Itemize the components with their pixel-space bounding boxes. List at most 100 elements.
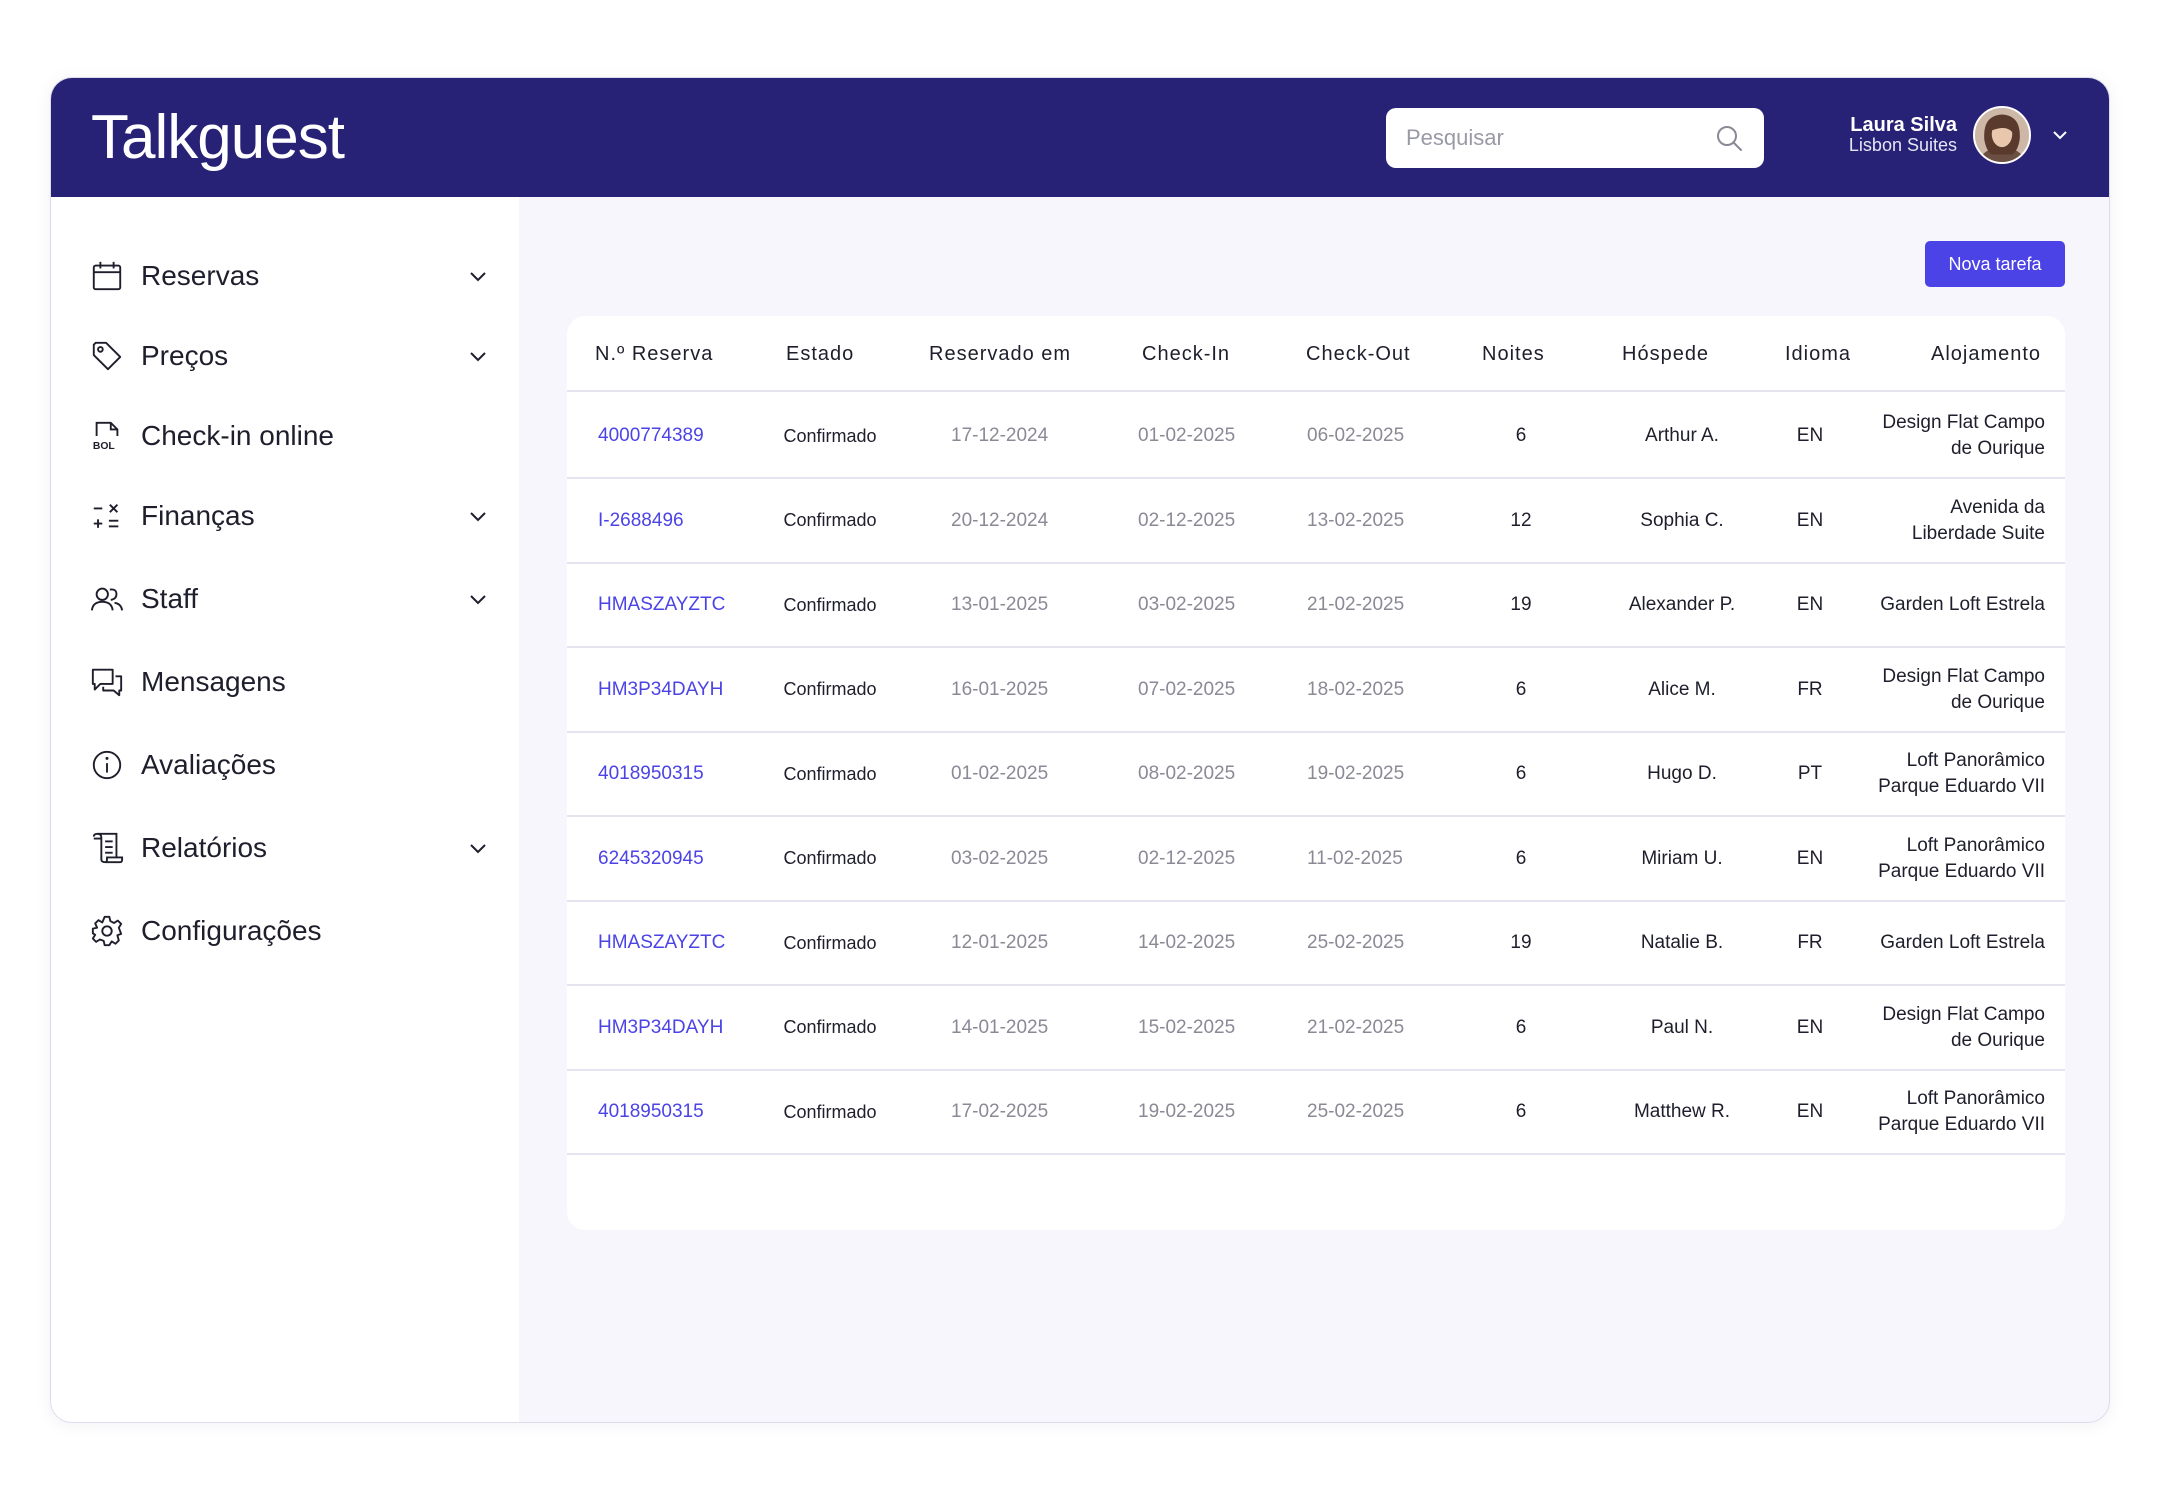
guest-cell: Miriam U. — [1641, 847, 1723, 869]
booked-date-cell: 20-12-2024 — [951, 509, 1049, 531]
booked-date-cell: 01-02-2025 — [951, 763, 1049, 784]
lodging-name: Loft Panorâmico Parque Eduardo VII — [1878, 834, 2045, 882]
table-row[interactable]: HMASZAYZTC Confirmado 12-01-2025 14-02-2025… — [567, 902, 2065, 986]
sidebar-item-relatorios[interactable]: Relatórios — [89, 821, 489, 875]
reservation-id-text[interactable]: 4018950315 — [598, 1101, 704, 1123]
guest-cell: Natalie B. — [1640, 932, 1724, 953]
reservation-id-text[interactable]: 4000774389 — [598, 425, 704, 447]
lodging-name: Garden Loft Estrela — [1880, 594, 2045, 615]
reservation-id-text[interactable]: HM3P34DAYH — [598, 1017, 723, 1039]
guest-cell: Alice M. — [1648, 678, 1716, 700]
column-header[interactable]: Check-In — [1142, 316, 1230, 392]
chevron-down-icon[interactable] — [467, 265, 489, 287]
sidebar-item-financas[interactable]: Finanças — [89, 489, 489, 543]
reservation-id-text[interactable]: HM3P34DAYH — [598, 679, 723, 701]
table-row[interactable]: I-2688496 Confirmado 20-12-2024 02-12-2025 1… — [567, 480, 2065, 564]
bol-document-icon: BOL — [89, 418, 125, 454]
new-task-button[interactable]: Nova tarefa — [1925, 241, 2065, 287]
sidebar-item-mensagens[interactable]: Mensagens — [89, 655, 489, 709]
table-row[interactable]: HM3P34DAYH Confirmado 14-01-2025 15-02-2025… — [567, 987, 2065, 1071]
nights-cell: 19 — [1510, 932, 1532, 953]
app-window: Talkguest Laura Silva Lisbon Suites — [50, 77, 2110, 1423]
column-header[interactable]: Reservado em — [929, 316, 1071, 392]
calendar-icon — [89, 258, 125, 294]
column-header[interactable]: Noites — [1482, 316, 1545, 392]
language-cell: PT — [1797, 763, 1823, 784]
sidebar-item-avaliacoes[interactable]: Avaliações — [89, 738, 489, 792]
booked-date-cell: 17-02-2025 — [951, 1101, 1049, 1122]
checkout-date-cell: 06-02-2025 — [1307, 425, 1405, 446]
checkin-date-cell: 07-02-2025 — [1138, 678, 1236, 700]
search-box[interactable] — [1386, 108, 1764, 168]
sidebar-item-precos[interactable]: Preços — [89, 329, 489, 383]
guest-cell: Alexander P. — [1628, 594, 1736, 615]
reservation-id-link[interactable]: 4018950315 — [598, 733, 704, 815]
booked-date-cell: 17-12-2024 — [951, 425, 1049, 446]
column-header[interactable]: Hóspede — [1622, 316, 1709, 392]
chevron-down-icon[interactable] — [467, 345, 489, 367]
logo[interactable]: Talkguest — [91, 102, 345, 173]
status-cell: Confirmado — [783, 510, 877, 530]
lodging-cell: Design Flat Campo de Ourique — [1865, 987, 2045, 1069]
guest-cell: Paul N. — [1650, 1016, 1714, 1038]
guest-cell: Arthur A. — [1645, 425, 1719, 446]
reservation-id-text[interactable]: I-2688496 — [598, 510, 684, 532]
column-header[interactable]: N.º Reserva — [595, 316, 713, 392]
reservation-id-link[interactable]: 6245320945 — [598, 818, 704, 900]
chevron-down-icon[interactable] — [2051, 126, 2069, 144]
lodging-name: Avenida da Liberdade Suite — [1911, 496, 2045, 544]
checkin-date-cell: 01-02-2025 — [1138, 425, 1236, 446]
reservation-id-link[interactable]: 4018950315 — [598, 1071, 704, 1153]
users-icon — [89, 581, 125, 617]
nights-cell: 12 — [1510, 509, 1532, 531]
checkout-date-cell: 25-02-2025 — [1307, 932, 1405, 953]
table-header: N.º Reserva Estado Reservado em Check-In… — [567, 316, 2065, 392]
booked-date-cell: 13-01-2025 — [951, 594, 1049, 615]
reservation-id-link[interactable]: HMASZAYZTC — [598, 902, 725, 984]
status-cell: Confirmado — [783, 594, 877, 615]
language-cell: FR — [1797, 932, 1823, 953]
table-row[interactable]: 4000774389 Confirmado 17-12-2024 01-02-2025… — [567, 395, 2065, 479]
status-cell: Confirmado — [783, 1101, 877, 1122]
checkout-date-cell: 19-02-2025 — [1307, 763, 1405, 784]
status-cell: Confirmado — [783, 1017, 877, 1037]
reservation-id-text[interactable]: 6245320945 — [598, 848, 704, 870]
user-org: Lisbon Suites — [1848, 135, 1957, 155]
avatar[interactable] — [1973, 106, 2031, 164]
search-icon[interactable] — [1714, 123, 1744, 153]
nights-cell: 6 — [1515, 425, 1527, 446]
sidebar-item-configuracoes[interactable]: Configurações — [89, 904, 489, 958]
table-row[interactable]: 6245320945 Confirmado 03-02-2025 02-12-2025… — [567, 818, 2065, 902]
column-header[interactable]: Check-Out — [1306, 316, 1411, 392]
sidebar-item-staff[interactable]: Staff — [89, 572, 489, 626]
chevron-down-icon[interactable] — [467, 837, 489, 859]
reservation-id-link[interactable]: HM3P34DAYH — [598, 649, 723, 731]
user-menu[interactable]: Laura Silva Lisbon Suites — [1849, 104, 2069, 166]
sidebar-item-reservas[interactable]: Reservas — [89, 249, 489, 303]
reservation-id-link[interactable]: I-2688496 — [598, 480, 684, 562]
reservation-id-link[interactable]: 4000774389 — [598, 395, 704, 477]
chevron-down-icon[interactable] — [467, 505, 489, 527]
column-header[interactable]: Estado — [786, 316, 854, 392]
table-row[interactable]: HMASZAYZTC Confirmado 13-01-2025 03-02-2025… — [567, 564, 2065, 648]
chevron-down-icon[interactable] — [467, 588, 489, 610]
info-icon — [89, 747, 125, 783]
reservation-id-link[interactable]: HMASZAYZTC — [598, 564, 725, 646]
reservation-id-text[interactable]: HMASZAYZTC — [598, 594, 725, 616]
tag-icon — [89, 338, 125, 374]
nights-cell: 6 — [1515, 678, 1527, 700]
reservation-id-link[interactable]: HM3P34DAYH — [598, 987, 723, 1069]
search-input[interactable] — [1386, 125, 1714, 151]
column-header[interactable]: Alojamento — [1931, 316, 2041, 392]
table-row[interactable]: 4018950315 Confirmado 17-02-2025 19-02-2025… — [567, 1071, 2065, 1155]
column-header[interactable]: Idioma — [1785, 316, 1851, 392]
sidebar-item-checkin-online[interactable]: BOL Check-in online — [89, 409, 489, 463]
lodging-name: Design Flat Campo de Ourique — [1882, 665, 2045, 713]
gear-icon — [89, 913, 125, 949]
reservation-id-text[interactable]: 4018950315 — [598, 763, 704, 785]
table-row[interactable]: HM3P34DAYH Confirmado 16-01-2025 07-02-2025… — [567, 649, 2065, 733]
table-row[interactable]: 4018950315 Confirmado 01-02-2025 08-02-2025… — [567, 733, 2065, 817]
top-bar: Talkguest Laura Silva Lisbon Suites — [51, 78, 2109, 197]
nights-cell: 6 — [1515, 1016, 1527, 1038]
reservation-id-text[interactable]: HMASZAYZTC — [598, 932, 725, 954]
